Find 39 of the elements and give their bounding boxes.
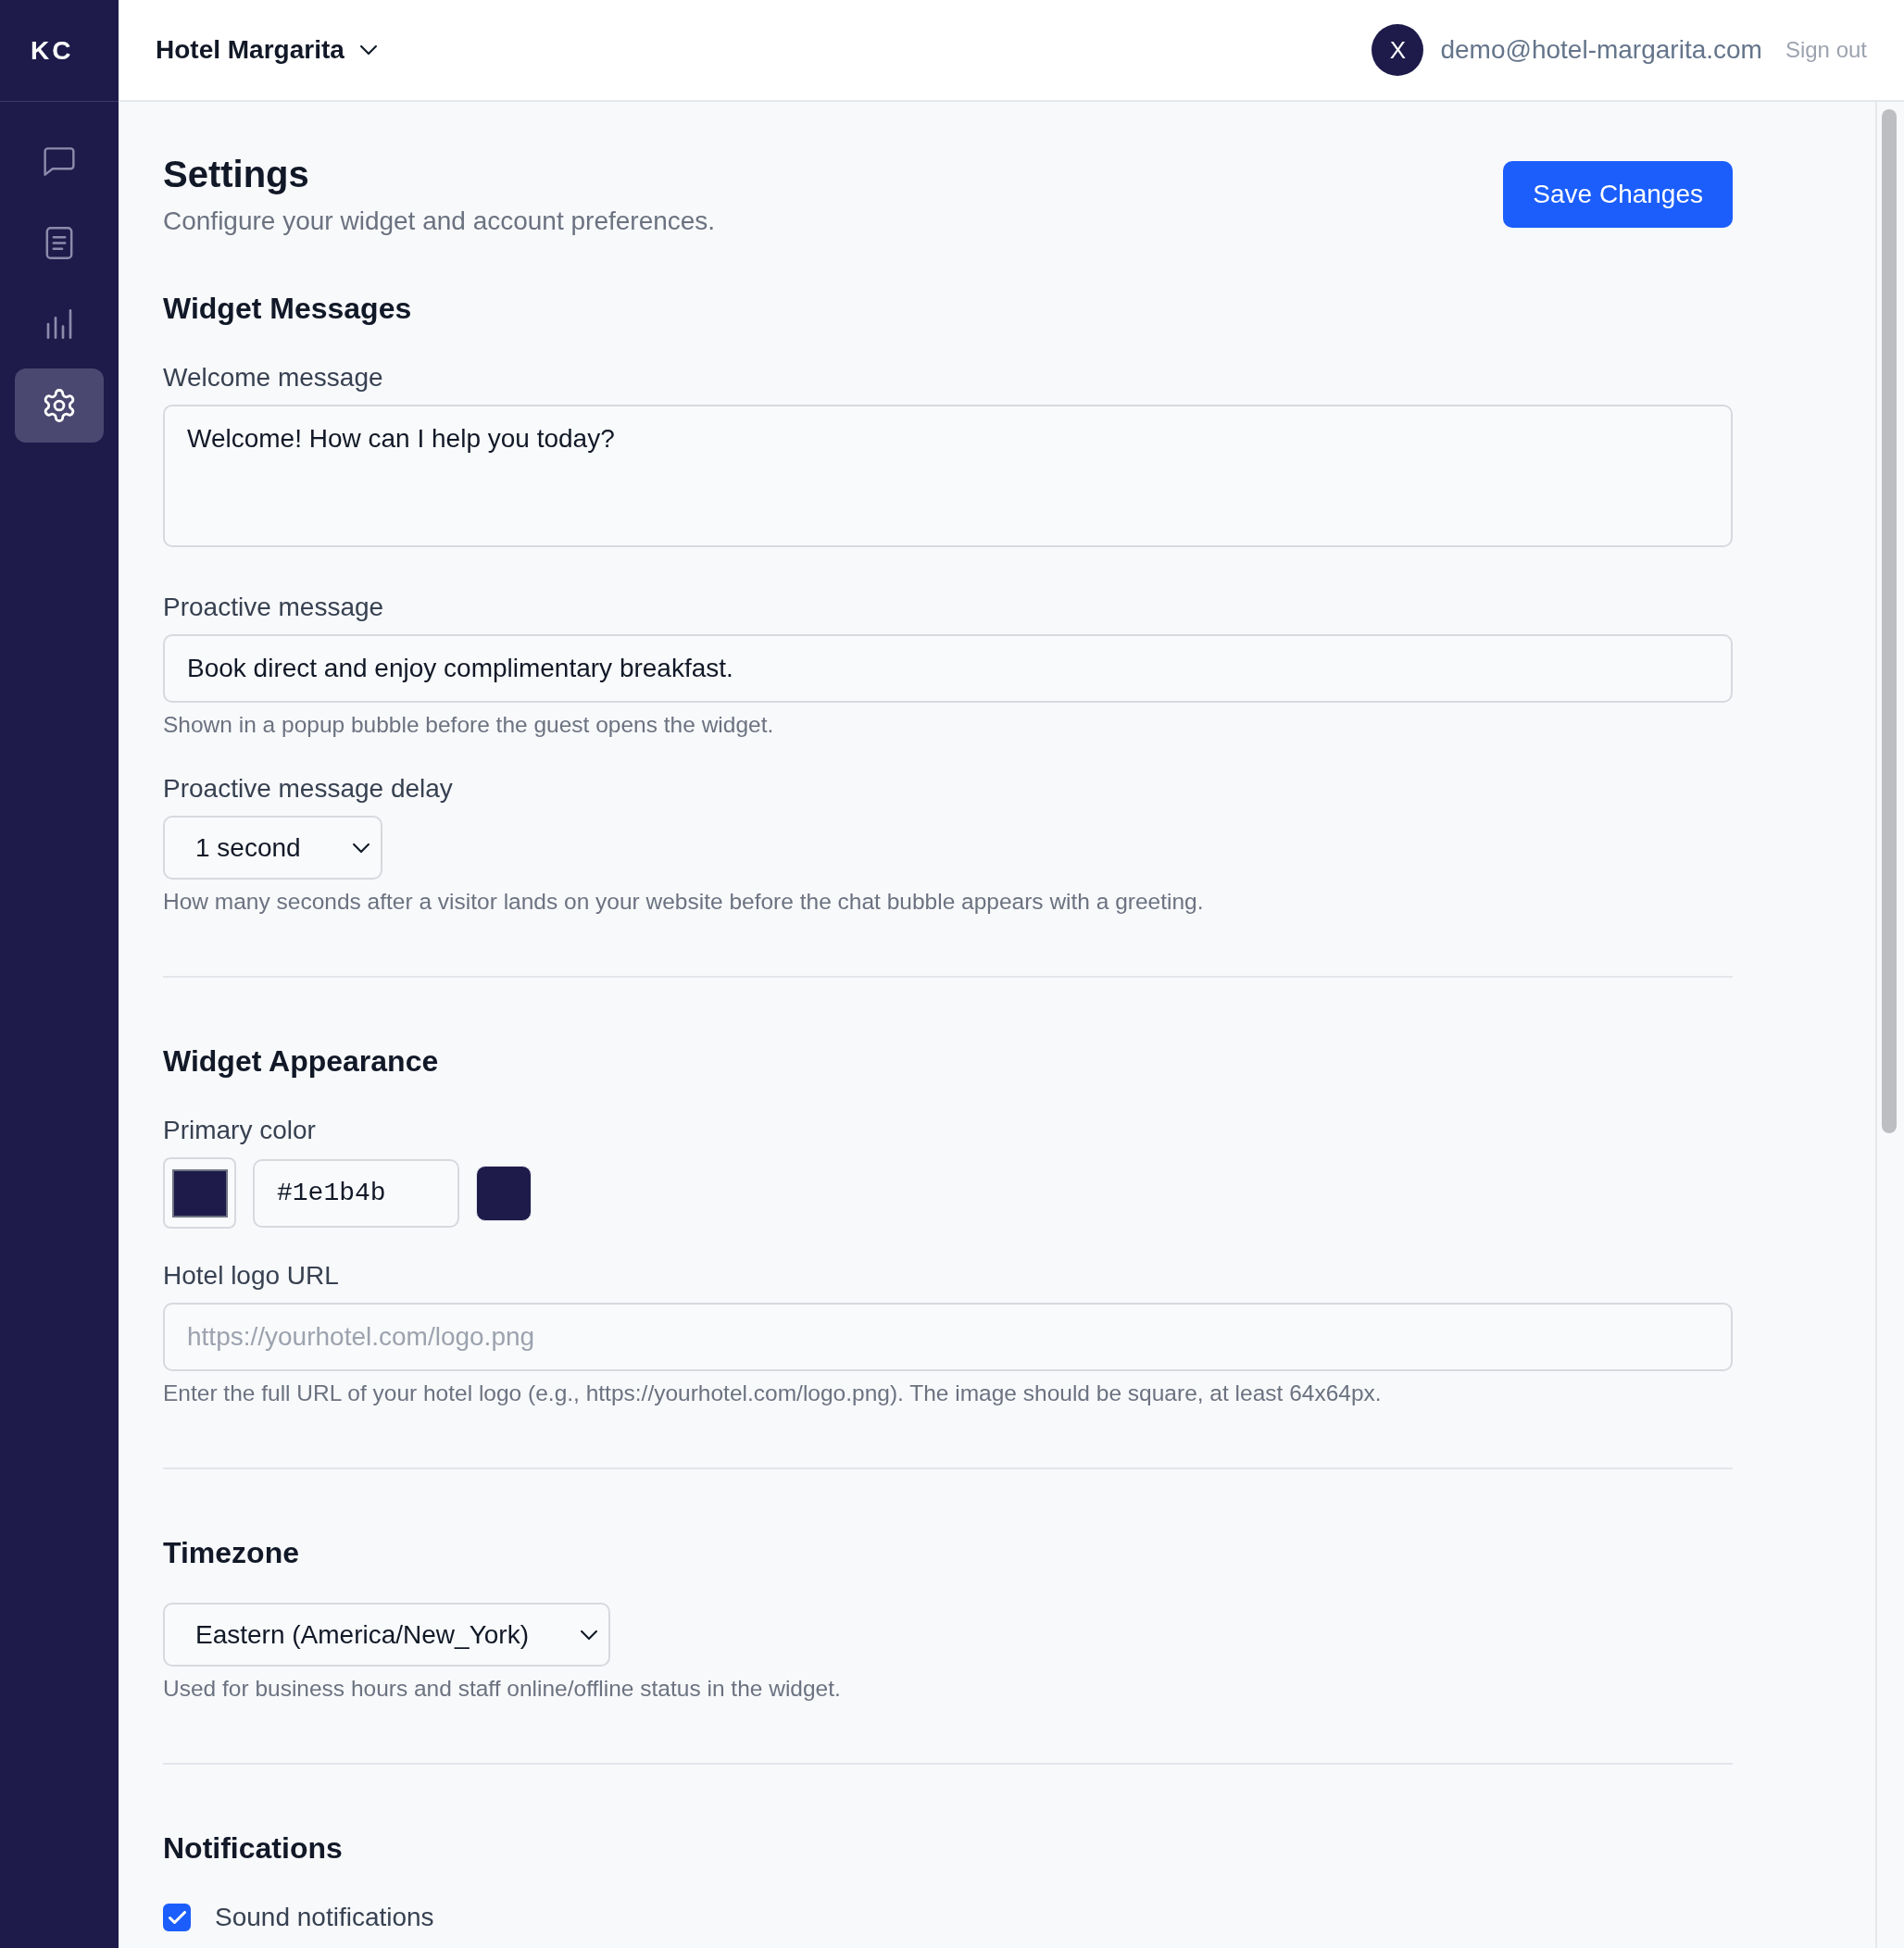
text-field[interactable]: Book direct and enjoy complimentary breakfast. (163, 634, 1733, 703)
chevron-down-icon (359, 45, 377, 55)
textarea-field[interactable]: Welcome! How can I help you today? (163, 405, 1733, 547)
scrollbar-thumb[interactable] (1882, 109, 1897, 1133)
section-heading: Widget Appearance (163, 1043, 440, 1079)
chevron-down-icon (352, 843, 370, 853)
page-title: Settings (163, 153, 310, 196)
app-logo: KC (31, 37, 74, 64)
save-button[interactable]: Save Changes (1503, 161, 1733, 228)
dropdown-select[interactable]: 1 second (163, 816, 382, 880)
section-heading: Widget Messages (163, 291, 413, 326)
nav-button[interactable] (15, 368, 104, 443)
dropdown-select[interactable]: Eastern (America/New_York) (163, 1603, 610, 1667)
checkbox[interactable] (163, 1904, 191, 1931)
hotel-switcher[interactable]: Hotel Margarita (156, 34, 377, 66)
help-text: How many seconds after a visitor lands on your website before the chat bubble appears with a greeting. (163, 888, 1205, 916)
color-picker-button[interactable] (163, 1157, 236, 1229)
section-heading: Notifications (163, 1830, 344, 1866)
section-heading: Timezone (163, 1535, 300, 1570)
page-subtitle: Configure your widget and account preferences. (163, 206, 716, 237)
document-icon (45, 226, 73, 259)
field-label: Welcome message (163, 362, 384, 393)
hex-color-field[interactable]: #1e1b4b (253, 1158, 459, 1228)
chevron-down-icon (581, 1630, 597, 1640)
checkmark-icon (168, 1911, 186, 1924)
settings-icon (43, 389, 76, 422)
help-text: Shown in a popup bubble before the guest opens the widget. (163, 711, 775, 739)
chat-bubble-icon (44, 146, 75, 176)
help-text: Used for business hours and staff online/offline status in the widget. (163, 1675, 842, 1703)
field-label: Proactive message delay (163, 773, 454, 805)
user-avatar: X (1372, 24, 1424, 76)
help-text: Enter the full URL of your hotel logo (e.g., https://yourhotel.com/logo.png). The image should be square, at least 64x64px. (163, 1380, 1383, 1407)
user-email: demo@hotel-margarita.com (1440, 34, 1762, 66)
bar-chart-icon (46, 309, 72, 339)
text-field[interactable]: https://yourhotel.com/logo.png (163, 1303, 1733, 1371)
field-label: Proactive message (163, 592, 385, 623)
field-label: Hotel logo URL (163, 1260, 340, 1292)
field-label: Primary color (163, 1115, 317, 1146)
checkbox-label: Sound notifications (215, 1902, 434, 1933)
